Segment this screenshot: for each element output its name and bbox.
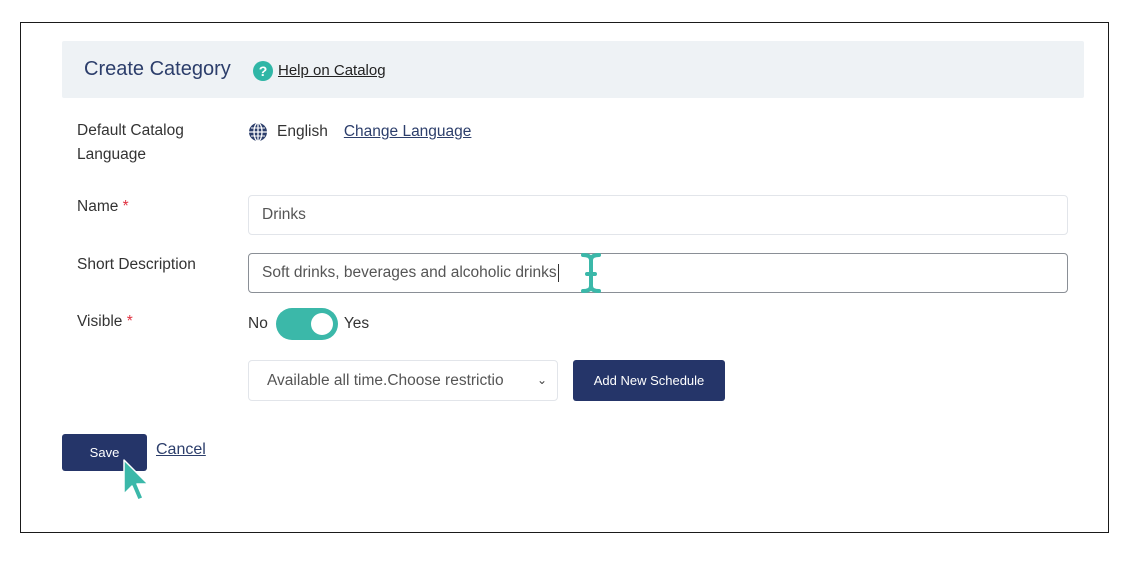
schedule-select[interactable]: Available all time.Choose restrictio ⌄ [248, 360, 558, 401]
change-language-link[interactable]: Change Language [344, 123, 472, 141]
schedule-selected-value: Available all time.Choose restrictio [267, 372, 504, 389]
mouse-pointer-icon [123, 459, 149, 501]
short-description-input[interactable]: Soft drinks, beverages and alcoholic dri… [248, 253, 1068, 293]
help-on-catalog-link[interactable]: Help on Catalog [278, 62, 386, 79]
name-input[interactable]: Drinks [248, 195, 1068, 235]
toggle-knob [310, 313, 333, 335]
globe-icon [249, 122, 267, 142]
visible-toggle-row: No Yes [248, 308, 370, 340]
default-language-label: Default Catalog Language [77, 122, 184, 163]
required-mark: * [122, 198, 129, 215]
panel-header: Create Category ? Help on Catalog [62, 41, 1084, 98]
text-caret [557, 263, 559, 282]
short-description-value: Soft drinks, beverages and alcoholic dri… [262, 264, 557, 281]
name-label-text: Name [77, 198, 119, 215]
visible-label-text: Visible [77, 313, 123, 330]
question-circle-icon[interactable]: ? [253, 61, 273, 81]
add-new-schedule-button[interactable]: Add New Schedule [573, 360, 725, 401]
name-label: Name * [77, 195, 129, 219]
toggle-on-label: Yes [343, 315, 370, 332]
cancel-link[interactable]: Cancel [156, 441, 206, 459]
visible-label: Visible * [77, 310, 133, 334]
visible-toggle[interactable] [275, 308, 338, 340]
required-mark: * [126, 313, 133, 330]
toggle-off-label: No [248, 315, 268, 332]
text-cursor-icon [581, 253, 601, 293]
language-row: English Change Language [248, 120, 471, 144]
language-value: English [277, 123, 328, 140]
create-category-panel: Create Category ? Help on Catalog Defaul… [20, 22, 1109, 533]
chevron-down-icon: ⌄ [536, 373, 547, 387]
page-title: Create Category [84, 58, 231, 80]
short-description-label: Short Description [77, 256, 196, 273]
